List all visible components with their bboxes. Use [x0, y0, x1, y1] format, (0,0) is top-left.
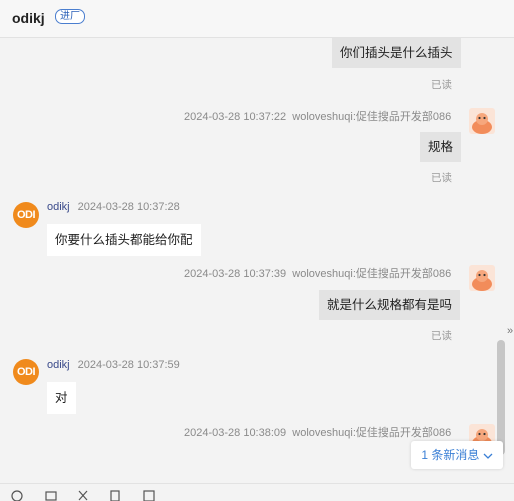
sender-name: woloveshuqi:促佳搜品开发部086: [292, 268, 452, 280]
scrollbar-thumb[interactable]: [497, 340, 505, 455]
user-avatar[interactable]: [469, 265, 495, 291]
message-meta: 2024-03-28 10:37:39 woloveshuqi:促佳搜品开发部0…: [184, 265, 451, 281]
new-message-button[interactable]: 1 条新消息: [411, 441, 503, 469]
image-icon[interactable]: [142, 489, 156, 501]
screenshot-icon[interactable]: [44, 489, 58, 501]
contact-avatar[interactable]: ODI: [13, 359, 39, 385]
chevron-down-icon: [483, 453, 493, 459]
new-message-label: 1 条新消息: [421, 448, 480, 462]
message-timestamp: 2024-03-28 10:38:09: [184, 427, 287, 439]
message-timestamp: 2024-03-28 10:37:39: [184, 268, 287, 280]
message-timestamp: 2024-03-28 10:37:22: [184, 111, 287, 123]
sender-name: odikj: [47, 359, 70, 371]
message-timestamp: 2024-03-28 10:37:59: [77, 359, 180, 371]
contact-avatar[interactable]: ODI: [13, 202, 39, 228]
sender-name: woloveshuqi:促佳搜品开发部086: [292, 111, 452, 123]
chat-header: odikj 进厂: [0, 0, 514, 38]
sender-name: woloveshuqi:促佳搜品开发部086: [292, 427, 452, 439]
incoming-message[interactable]: 对: [47, 382, 76, 414]
status-badge: 进厂: [55, 9, 85, 24]
outgoing-message[interactable]: 你们插头是什么插头: [332, 38, 461, 68]
file-icon[interactable]: [108, 489, 122, 501]
read-receipt: 已读: [431, 330, 452, 342]
sender-name: odikj: [47, 201, 70, 213]
message-timestamp: 2024-03-28 10:37:28: [77, 201, 180, 213]
emoji-icon[interactable]: [10, 489, 24, 501]
scissors-icon[interactable]: [76, 489, 90, 501]
message-meta: odikj 2024-03-28 10:37:28: [47, 201, 180, 213]
message-list[interactable]: 你们插头是什么插头 已读 2024-03-28 10:37:22 woloves…: [0, 38, 514, 483]
read-receipt: 已读: [431, 79, 452, 91]
outgoing-message[interactable]: 规格: [420, 132, 462, 162]
input-toolbar: [0, 483, 514, 501]
outgoing-message[interactable]: 就是什么规格都有是吗: [319, 290, 461, 320]
read-receipt: 已读: [431, 172, 452, 184]
user-avatar[interactable]: [469, 108, 495, 134]
message-meta: 2024-03-28 10:37:22 woloveshuqi:促佳搜品开发部0…: [184, 108, 451, 124]
message-meta: odikj 2024-03-28 10:37:59: [47, 359, 180, 371]
incoming-message[interactable]: 你要什么插头都能给你配: [47, 224, 201, 256]
contact-name[interactable]: odikj: [12, 10, 45, 26]
collapse-arrow-icon[interactable]: »: [507, 325, 513, 337]
message-meta: 2024-03-28 10:38:09 woloveshuqi:促佳搜品开发部0…: [184, 424, 451, 440]
